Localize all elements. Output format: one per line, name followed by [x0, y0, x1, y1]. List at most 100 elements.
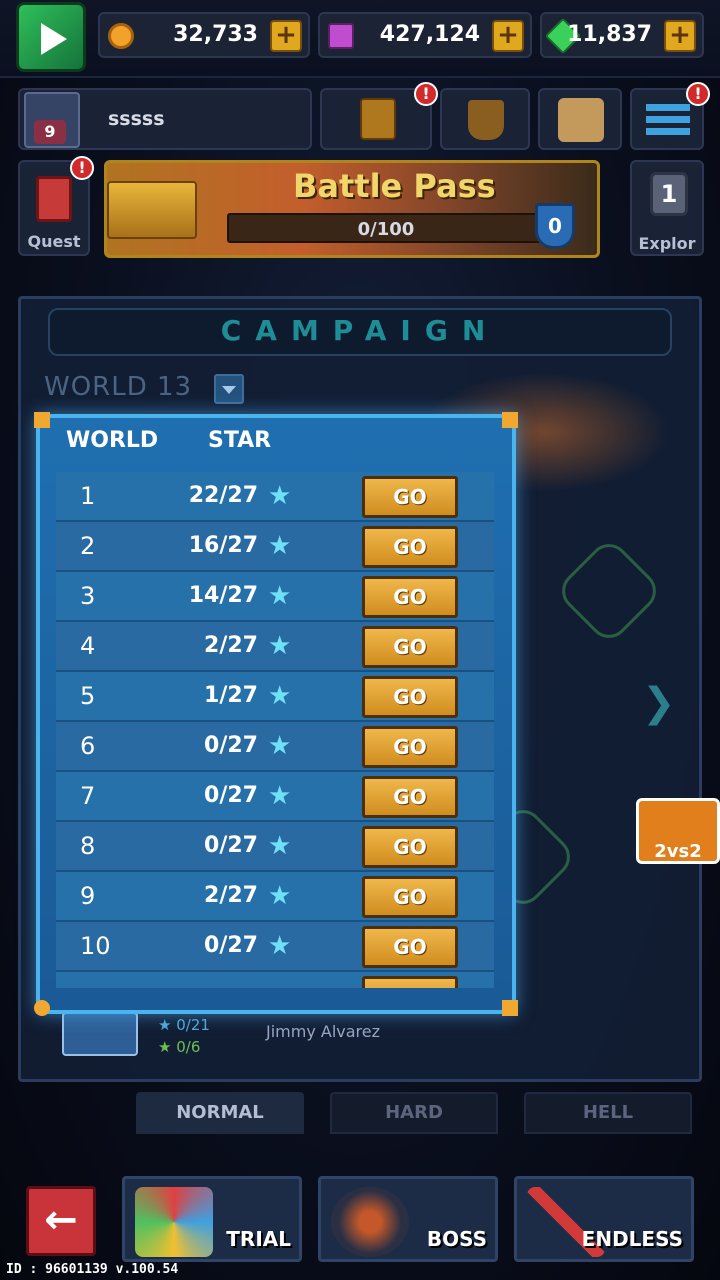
world-number: 6 [80, 732, 96, 760]
world-stars: 2/27 [204, 633, 258, 658]
player-profile-button[interactable]: 9 sssss [18, 88, 312, 150]
mode-trial[interactable]: TRIAL [122, 1176, 302, 1262]
rank-icon [360, 98, 396, 140]
battle-pass-progress-text: 0/100 [357, 219, 415, 240]
gold-value: 32,733 [173, 22, 258, 47]
world-number: 9 [80, 882, 96, 910]
column-header-world: WORLD [66, 428, 159, 453]
world-row: 1 22/27 ★ GO [56, 472, 494, 522]
world-number: 4 [80, 632, 96, 660]
build-id: ID : 96601139 v.100.54 [6, 1262, 179, 1277]
player-level-badge: 9 [34, 120, 66, 144]
card-icon [328, 23, 354, 49]
trophy-button[interactable] [440, 88, 530, 150]
star-icon: ★ [268, 581, 292, 611]
go-button[interactable]: GO [362, 876, 458, 918]
add-gem-button[interactable]: + [664, 20, 696, 52]
add-gold-button[interactable]: + [270, 20, 302, 52]
world-row: 2 16/27 ★ GO [56, 522, 494, 572]
boss-icon [331, 1187, 409, 1257]
world-row: 6 0/27 ★ GO [56, 722, 494, 772]
star-icon: ★ [268, 531, 292, 561]
world-row: 4 2/27 ★ GO [56, 622, 494, 672]
go-button[interactable]: GO [362, 626, 458, 668]
tab-hard[interactable]: HARD [330, 1092, 498, 1134]
go-button[interactable]: GO [362, 926, 458, 968]
next-world-arrow-icon[interactable]: ❯ [642, 680, 676, 726]
world-stars: 1/27 [204, 683, 258, 708]
menu-button[interactable]: ! [630, 82, 710, 150]
friends-icon [558, 98, 604, 142]
corner-ornament [34, 1000, 50, 1016]
go-button[interactable]: GO [362, 476, 458, 518]
footer-stars: ★ 0/21 ★ 0/6 [158, 1014, 210, 1058]
go-button[interactable]: GO [362, 776, 458, 818]
add-card-button[interactable]: + [492, 20, 524, 52]
star-icon: ★ [268, 481, 292, 511]
world-dropdown-button[interactable] [214, 374, 244, 404]
world-number: 1 [80, 482, 96, 510]
world-stars: 0/27 [204, 783, 258, 808]
star-icon: ★ [268, 681, 292, 711]
green-star-icon: ★ [158, 1038, 172, 1056]
corner-ornament [502, 412, 518, 428]
world-row: 10 0/27 ★ GO [56, 922, 494, 972]
tab-normal[interactable]: NORMAL [136, 1092, 304, 1134]
mode-trial-label: TRIAL [226, 1227, 291, 1251]
world-number: 10 [80, 932, 111, 960]
notification-dot: ! [414, 82, 438, 106]
world-row: 7 0/27 ★ GO [56, 772, 494, 822]
go-button[interactable]: GO [362, 576, 458, 618]
battle-pass-banner[interactable]: Battle Pass 0/100 0 [104, 160, 600, 258]
star-icon: ★ [268, 631, 292, 661]
world-stars: 0/27 [204, 833, 258, 858]
go-button[interactable]: GO [362, 676, 458, 718]
quest-label: Quest [27, 232, 81, 251]
world-stars: 22/27 [188, 483, 258, 508]
world-row-partial [56, 972, 494, 988]
mode-endless-label: ENDLESS [581, 1227, 683, 1251]
rank-button[interactable]: ! [320, 82, 438, 150]
world-number: 2 [80, 532, 96, 560]
green-star-count: 0/6 [176, 1038, 201, 1056]
go-button[interactable]: GO [362, 726, 458, 768]
go-button[interactable]: GO [362, 826, 458, 868]
card-counter: 427,124 + [318, 12, 532, 58]
video-reward-button[interactable] [16, 2, 86, 72]
pvp-label: 2vs2 [654, 841, 702, 862]
mode-endless[interactable]: ENDLESS [514, 1176, 694, 1262]
pvp-2vs2-button[interactable]: 2vs2 [636, 798, 720, 864]
campaign-title: CAMPAIGN [220, 314, 500, 347]
world-selector-label: WORLD 13 [44, 372, 193, 402]
go-button[interactable]: GO [362, 526, 458, 568]
card-value: 427,124 [379, 22, 480, 47]
explore-button[interactable]: 1 Explor [630, 160, 704, 256]
play-icon [41, 23, 67, 55]
notification-dot: ! [686, 82, 710, 106]
world-list-popup: WORLD STAR 1 22/27 ★ GO 2 16/27 ★ GO 3 14/27 ★ GO 4 2… [34, 412, 518, 1016]
star-icon: ★ [268, 881, 292, 911]
world-number: 3 [80, 582, 96, 610]
go-button[interactable] [362, 976, 458, 988]
tab-hell[interactable]: HELL [524, 1092, 692, 1134]
world-stars: 16/27 [188, 533, 258, 558]
campaign-footer: ★ 0/21 ★ 0/6 Jimmy Alvarez [48, 1006, 548, 1062]
friends-button[interactable] [538, 88, 622, 150]
world-rows[interactable]: 1 22/27 ★ GO 2 16/27 ★ GO 3 14/27 ★ GO 4 2/27 ★ GO 5 1/27… [56, 472, 494, 988]
back-button[interactable]: ← [26, 1186, 96, 1256]
gem-value: 11,837 [567, 22, 652, 47]
battle-pass-level-badge: 0 [535, 203, 575, 249]
blue-star-icon: ★ [158, 1016, 172, 1034]
world-number: 8 [80, 832, 96, 860]
world-row: 8 0/27 ★ GO [56, 822, 494, 872]
battle-pass-title: Battle Pass [293, 167, 496, 205]
world-stars: 0/27 [204, 733, 258, 758]
quest-button[interactable]: Quest ! [18, 156, 94, 256]
mode-boss[interactable]: BOSS [318, 1176, 498, 1262]
world-number: 7 [80, 782, 96, 810]
world-stars: 0/27 [204, 933, 258, 958]
mode-boss-label: BOSS [426, 1227, 487, 1251]
corner-ornament [502, 1000, 518, 1016]
trial-icon [135, 1187, 213, 1257]
gem-counter: 11,837 + [540, 12, 704, 58]
